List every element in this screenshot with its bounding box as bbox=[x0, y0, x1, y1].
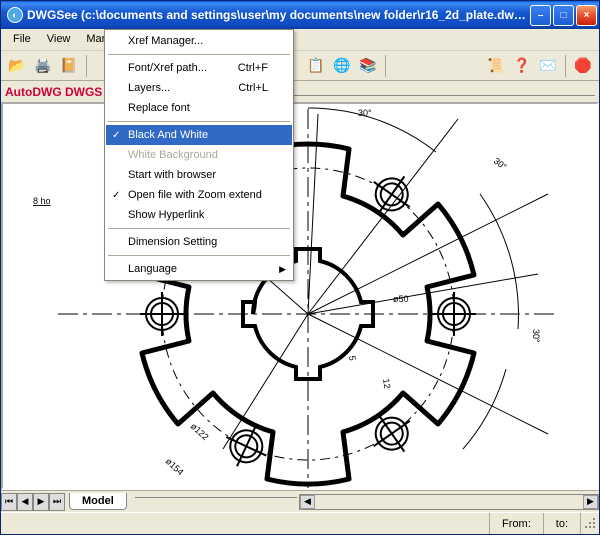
open-icon[interactable]: 📂 bbox=[5, 54, 29, 78]
globe-icon[interactable]: 🌐 bbox=[330, 54, 354, 78]
menu-item[interactable]: Layers...Ctrl+L bbox=[106, 78, 292, 98]
maximize-button[interactable]: □ bbox=[553, 5, 574, 26]
script-icon[interactable]: 📜 bbox=[484, 54, 508, 78]
menu-item[interactable]: ✓Open file with Zoom extend bbox=[106, 185, 292, 205]
svg-text:5: 5 bbox=[347, 355, 358, 361]
tab-prev-button[interactable]: ◀ bbox=[17, 493, 33, 511]
tab-last-button[interactable]: ⏭ bbox=[49, 493, 65, 511]
print-icon[interactable]: 🖨️ bbox=[31, 54, 55, 78]
stop-icon[interactable]: 🛑 bbox=[571, 54, 595, 78]
mail-icon[interactable]: ✉️ bbox=[536, 54, 560, 78]
menu-item[interactable]: Replace font bbox=[106, 98, 292, 118]
options-dropdown: Xref Manager...Font/Xref path...Ctrl+FLa… bbox=[104, 29, 294, 281]
svg-text:8 ho: 8 ho bbox=[33, 196, 51, 206]
tab-first-button[interactable]: ⏮ bbox=[1, 493, 17, 511]
svg-text:30°: 30° bbox=[531, 329, 541, 343]
menu-item[interactable]: ✓Black And White bbox=[106, 125, 292, 145]
menubar: File View Markup Options Help Xref Manag… bbox=[1, 29, 599, 51]
menu-item[interactable]: Show Hyperlink bbox=[106, 205, 292, 225]
help-icon[interactable]: ❓ bbox=[510, 54, 534, 78]
svg-text:12: 12 bbox=[381, 378, 392, 389]
status-from: From: bbox=[490, 513, 544, 534]
toolbar: 📂 🖨️ 📔 📋 🌐 📚 📜 ❓ ✉️ 🛑 bbox=[1, 51, 599, 81]
menu-item[interactable]: Language▶ bbox=[106, 259, 292, 279]
menu-item[interactable]: Start with browser bbox=[106, 165, 292, 185]
status-to: to: bbox=[544, 513, 581, 534]
app-icon: ◐ bbox=[7, 7, 23, 23]
svg-text:30°: 30° bbox=[358, 108, 372, 118]
menu-file[interactable]: File bbox=[5, 29, 39, 50]
horizontal-scrollbar[interactable]: ◀ ▶ bbox=[299, 494, 599, 510]
app-name: AutoDWG DWGS bbox=[5, 85, 102, 99]
statusbar: From: to: bbox=[1, 512, 599, 534]
menu-item[interactable]: Font/Xref path...Ctrl+F bbox=[106, 58, 292, 78]
layers-icon[interactable]: 📚 bbox=[356, 54, 380, 78]
menu-item[interactable]: Xref Manager... bbox=[106, 31, 292, 51]
scroll-left-button[interactable]: ◀ bbox=[300, 495, 315, 509]
svg-text:ø154: ø154 bbox=[164, 456, 186, 477]
window-title: DWGSee (c:\documents and settings\user\m… bbox=[27, 8, 530, 22]
svg-text:ø122: ø122 bbox=[189, 421, 211, 442]
scroll-right-button[interactable]: ▶ bbox=[583, 495, 598, 509]
sheet-tabs: ⏮ ◀ ▶ ⏭ Model ◀ ▶ bbox=[1, 490, 599, 512]
browse-icon[interactable]: 📔 bbox=[57, 54, 81, 78]
menu-item: White Background bbox=[106, 145, 292, 165]
close-button[interactable]: × bbox=[576, 5, 597, 26]
titlebar: ◐ DWGSee (c:\documents and settings\user… bbox=[1, 1, 599, 29]
copy-icon[interactable]: 📋 bbox=[304, 54, 328, 78]
drawing-canvas[interactable]: 8 ho 30° 30° 30° ø50 5 12 ø122 ø154 bbox=[1, 102, 599, 490]
resize-grip-icon[interactable] bbox=[581, 516, 599, 532]
svg-text:30°: 30° bbox=[492, 156, 509, 173]
minimize-button[interactable]: – bbox=[530, 5, 551, 26]
app-name-row: AutoDWG DWGS bbox=[1, 81, 599, 102]
svg-text:ø50: ø50 bbox=[393, 294, 409, 304]
tab-model[interactable]: Model bbox=[69, 493, 127, 510]
tab-next-button[interactable]: ▶ bbox=[33, 493, 49, 511]
menu-item[interactable]: Dimension Setting bbox=[106, 232, 292, 252]
menu-view[interactable]: View bbox=[39, 29, 79, 50]
